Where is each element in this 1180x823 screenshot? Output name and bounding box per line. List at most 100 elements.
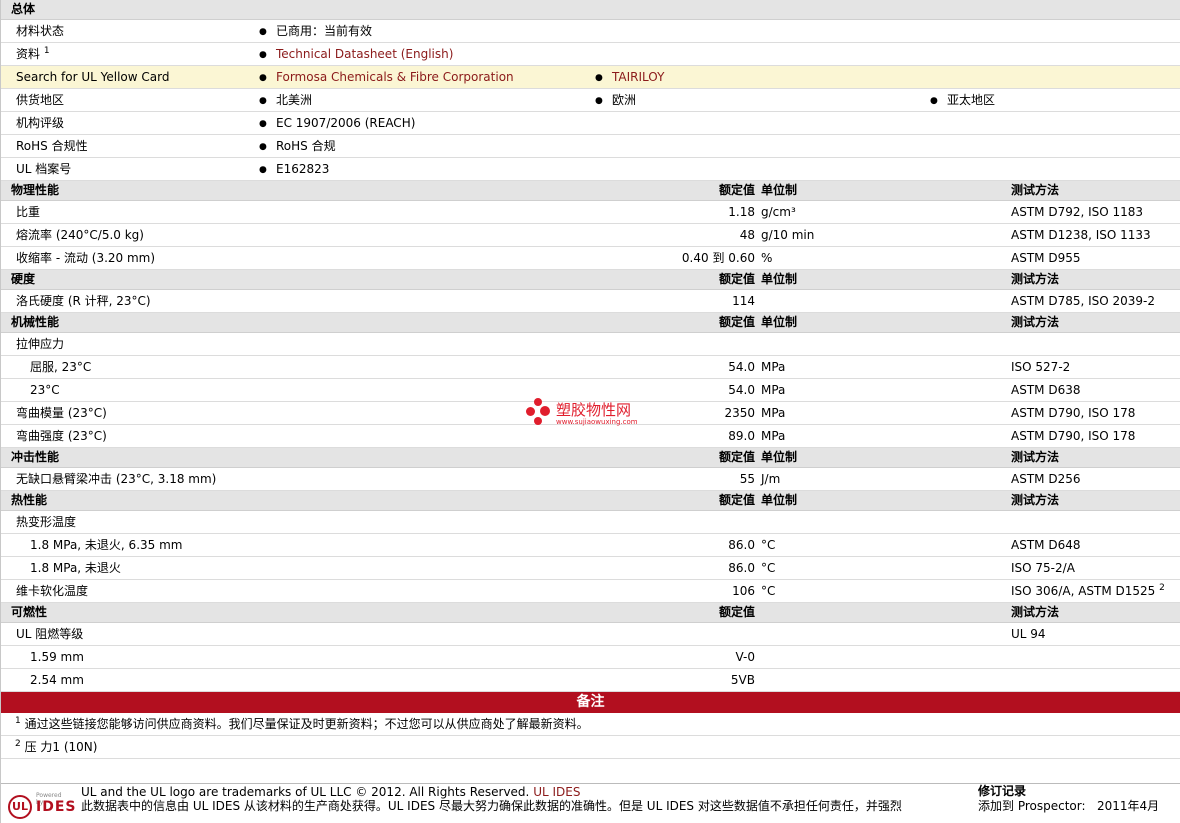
overview-value: ● 亚太地区	[930, 89, 995, 112]
bullet-icon: ●	[930, 96, 938, 106]
test-method: ASTM D790, ISO 178	[1011, 425, 1135, 447]
overview-label-text: Search for UL Yellow Card	[16, 70, 170, 84]
property-value: 1.18	[728, 205, 755, 219]
property-unit: MPa	[761, 383, 786, 397]
property-unit: %	[761, 251, 773, 265]
bullet-icon: ●	[259, 165, 267, 175]
column-header-value: 额定值	[718, 493, 755, 507]
overview-label: 机构评级	[16, 112, 64, 134]
property-label: 比重	[16, 205, 41, 219]
property-unit: g/cm³	[761, 205, 796, 219]
property-row: 洛氏硬度 (R 计秤, 23°C) 114 ASTM D785, ISO 2039-…	[1, 290, 1180, 313]
value-text: E162823	[276, 162, 330, 176]
note-text: 压 力1 (10N)	[24, 740, 98, 754]
section-title: 冲击性能	[11, 450, 60, 464]
property-value: 5VB	[730, 673, 755, 687]
column-header-unit: 单位制	[761, 450, 798, 464]
property-unit: g/10 min	[761, 228, 815, 242]
property-value: 0.40 到 0.60	[681, 251, 755, 265]
section-header: 可燃性 额定值 测试方法	[1, 603, 1180, 623]
overview-row: 供货地区 ● 北美洲 ● 欧洲 ● 亚太地区	[1, 89, 1180, 112]
test-method: ASTM D785, ISO 2039-2	[1011, 290, 1155, 312]
note-row: 2 压 力1 (10N)	[1, 736, 1180, 759]
revision-label: 添加到 Prospector:	[978, 799, 1086, 813]
test-method: ASTM D790, ISO 178	[1011, 402, 1135, 424]
column-header-test: 测试方法	[1011, 605, 1060, 619]
overview-label: UL 档案号	[16, 158, 71, 180]
section-header: 机械性能 额定值 单位制 测试方法	[1, 313, 1180, 333]
bullet-icon: ●	[259, 142, 267, 152]
test-method: ASTM D792, ISO 1183	[1011, 201, 1143, 223]
test-method-text: ASTM D638	[1011, 383, 1081, 397]
property-value: 86.0	[728, 561, 755, 575]
property-label: 拉伸应力	[16, 337, 65, 351]
value-link[interactable]: Technical Datasheet (English)	[276, 47, 453, 61]
bullet-icon: ●	[259, 73, 267, 83]
ul-ides-link[interactable]: UL IDES	[533, 785, 580, 799]
test-method-text: ASTM D790, ISO 178	[1011, 406, 1136, 420]
overview-row: 资料 1 ● Technical Datasheet (English)	[1, 43, 1180, 66]
property-unit: MPa	[761, 406, 786, 420]
property-row: 收缩率 - 流动 (3.20 mm) 0.40 到 0.60% ASTM D955	[1, 247, 1180, 270]
test-method: ASTM D256	[1011, 468, 1080, 490]
test-method: ISO 527-2	[1011, 356, 1070, 378]
column-header-unit: 单位制	[761, 493, 798, 507]
section-header: 冲击性能 额定值 单位制 测试方法	[1, 448, 1180, 468]
property-value: 48	[739, 228, 755, 242]
value-text: 已商用：当前有效	[276, 24, 373, 38]
value-link[interactable]: TAIRILOY	[612, 70, 664, 84]
property-label: 熔流率 (240°C/5.0 kg)	[16, 228, 144, 242]
overview-label: 资料 1	[16, 43, 50, 65]
property-value: 106	[732, 584, 755, 598]
section-header: 物理性能 额定值 单位制 测试方法	[1, 181, 1180, 201]
value-text: RoHS 合规	[276, 139, 336, 153]
note-text: 通过这些链接您能够访问供应商资料。我们尽量保证及时更新资料；不过您可以从供应商处…	[24, 717, 589, 731]
property-unit: °C	[761, 538, 776, 552]
column-header-test: 测试方法	[1011, 493, 1060, 507]
value-text: 北美洲	[276, 93, 313, 107]
property-row: 比重 1.18 g/cm³ ASTM D792, ISO 1183	[1, 201, 1180, 224]
overview-value: ● 北美洲	[259, 89, 312, 112]
column-header-test: 测试方法	[1011, 183, 1060, 197]
section-header: 热性能 额定值 单位制 测试方法	[1, 491, 1180, 511]
property-value: 114	[732, 294, 755, 308]
column-header-value: 额定值	[718, 272, 755, 286]
property-label: 1.8 MPa, 未退火, 6.35 mm	[30, 538, 183, 552]
footnote-ref: 1	[43, 46, 50, 56]
test-method-text: ASTM D955	[1011, 251, 1081, 265]
property-row: 1.8 MPa, 未退火, 6.35 mm 86.0 °C ASTM D648	[1, 534, 1180, 557]
property-row: 热变形温度	[1, 511, 1180, 534]
test-method: ASTM D648	[1011, 534, 1080, 556]
value-text: 亚太地区	[947, 93, 996, 107]
property-row: 1.8 MPa, 未退火 86.0 °C ISO 75-2/A	[1, 557, 1180, 580]
property-label: 1.59 mm	[30, 650, 84, 664]
footer: UL Powered by IDES UL and the UL logo are t…	[1, 784, 1180, 823]
column-header-unit: 单位制	[761, 272, 798, 286]
test-method-text: ASTM D785, ISO 2039-2	[1011, 294, 1156, 308]
property-value: 89.0	[728, 429, 755, 443]
section-header-overview: 总体	[1, 0, 1180, 20]
property-value: 54.0	[728, 360, 755, 374]
watermark-url: www.sujiaowuxing.com	[556, 418, 638, 426]
test-method-text: ASTM D648	[1011, 538, 1081, 552]
column-header-value: 额定值	[718, 183, 755, 197]
overview-row: 材料状态 ● 已商用：当前有效	[1, 20, 1180, 43]
bullet-icon: ●	[595, 73, 603, 83]
column-header-test: 测试方法	[1011, 315, 1060, 329]
note-row: 1 通过这些链接您能够访问供应商资料。我们尽量保证及时更新资料；不过您可以从供应…	[1, 713, 1180, 736]
property-label: 洛氏硬度 (R 计秤, 23°C)	[16, 294, 151, 308]
test-method-text: ASTM D790, ISO 178	[1011, 429, 1136, 443]
section-title: 热性能	[11, 493, 48, 507]
overview-row: 机构评级 ● EC 1907/2006 (REACH)	[1, 112, 1180, 135]
test-method-text: ASTM D256	[1011, 472, 1081, 486]
column-header-value: 额定值	[718, 605, 755, 619]
value-link[interactable]: Formosa Chemicals & Fibre Corporation	[276, 70, 514, 84]
trademark-line: UL and the UL logo are trademarks of UL …	[81, 785, 580, 799]
property-row: 无缺口悬臂梁冲击 (23°C, 3.18 mm) 55 J/m ASTM D256	[1, 468, 1180, 491]
revision-history-title: 修订记录	[978, 784, 1027, 798]
column-header-unit: 单位制	[761, 315, 798, 329]
overview-label: 材料状态	[16, 20, 64, 42]
property-unit: MPa	[761, 429, 786, 443]
ul-ides-logo: UL Powered by IDES	[8, 792, 75, 820]
column-header-value: 额定值	[718, 315, 755, 329]
